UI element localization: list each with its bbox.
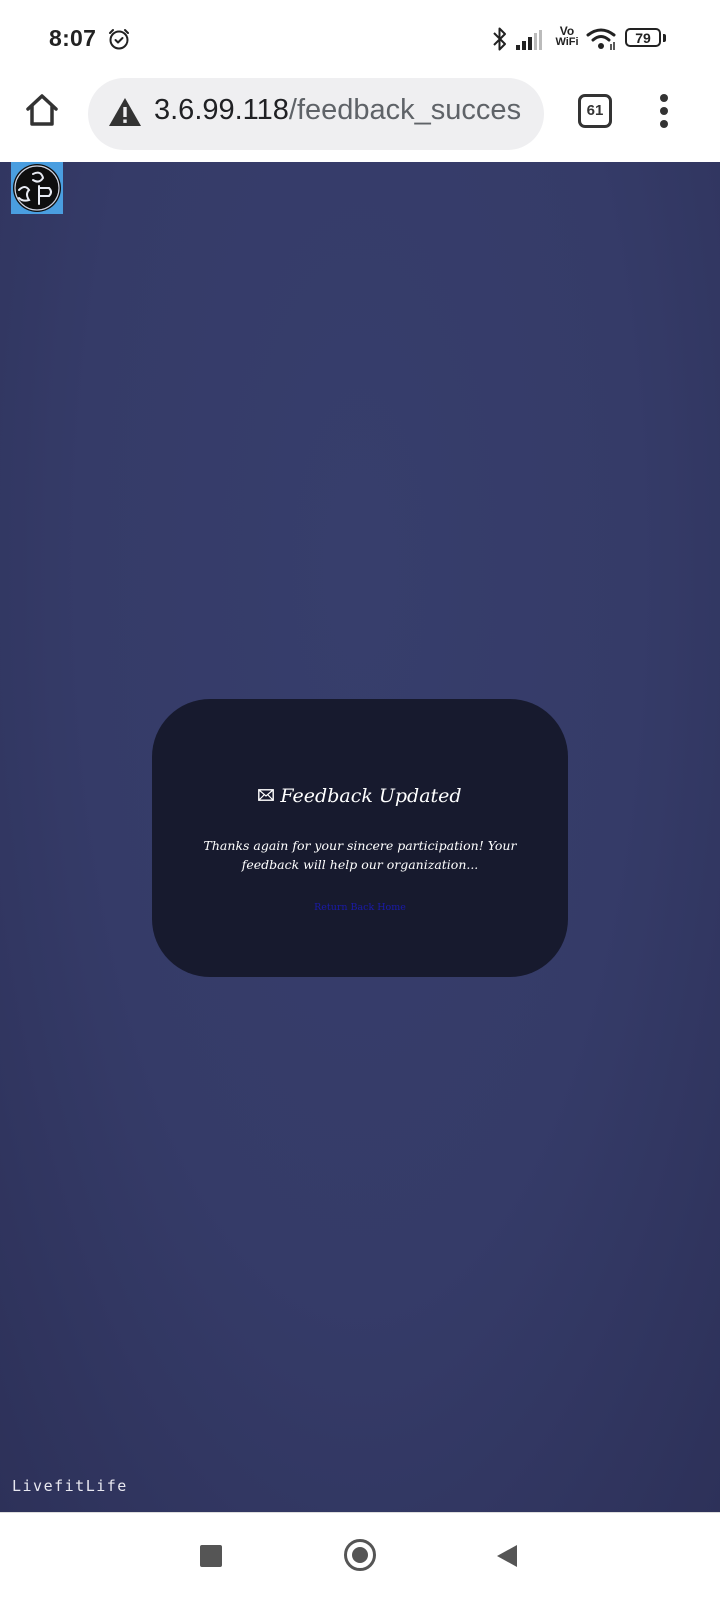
url-path: /feedback_succes: [288, 94, 522, 126]
battery-tip: [663, 34, 666, 42]
wifi-icon: [586, 28, 616, 50]
status-time: 8:07: [49, 25, 97, 51]
recents-button[interactable]: [200, 1545, 222, 1567]
alarm-icon: [109, 29, 129, 50]
menu-icon[interactable]: [656, 94, 672, 132]
home-nav-dot: [352, 1547, 368, 1563]
vowifi-indicator: Vo WiFi: [552, 25, 582, 48]
url-bar[interactable]: 3.6.99.118/feedback_succes: [88, 78, 544, 150]
tabs-button[interactable]: 61: [578, 94, 612, 128]
return-home-link[interactable]: Return Back Home: [152, 902, 568, 913]
status-bar: 8:07 Vo WiFi 79: [0, 0, 720, 78]
card-title: Feedback Updated: [152, 785, 568, 807]
url-host: 3.6.99.118: [154, 94, 289, 126]
system-nav-bar: [0, 1512, 720, 1601]
card-message: Thanks again for your sincere participat…: [203, 838, 517, 872]
url-text[interactable]: 3.6.99.118/feedback_succes: [154, 94, 521, 127]
signal-icon: [516, 30, 542, 50]
site-logo[interactable]: [11, 162, 63, 214]
warning-icon[interactable]: [108, 96, 142, 128]
web-page: Feedback Updated Thanks again for your s…: [0, 162, 720, 1512]
home-icon[interactable]: [22, 90, 62, 130]
card-title-text: Feedback Updated: [280, 785, 462, 807]
browser-toolbar: 3.6.99.118/feedback_succes 61: [0, 78, 720, 162]
battery-icon: 79: [625, 28, 667, 50]
bluetooth-icon: [493, 27, 506, 51]
battery-level: 79: [625, 28, 661, 47]
feedback-card: Feedback Updated Thanks again for your s…: [152, 699, 568, 977]
footer-brand: LivefitLife: [12, 1477, 128, 1495]
home-nav-button[interactable]: [344, 1539, 376, 1571]
back-button[interactable]: [495, 1543, 519, 1569]
logo-mark-icon: [14, 165, 60, 211]
wifi-label: WiFi: [555, 36, 579, 48]
envelope-icon: [258, 789, 275, 801]
